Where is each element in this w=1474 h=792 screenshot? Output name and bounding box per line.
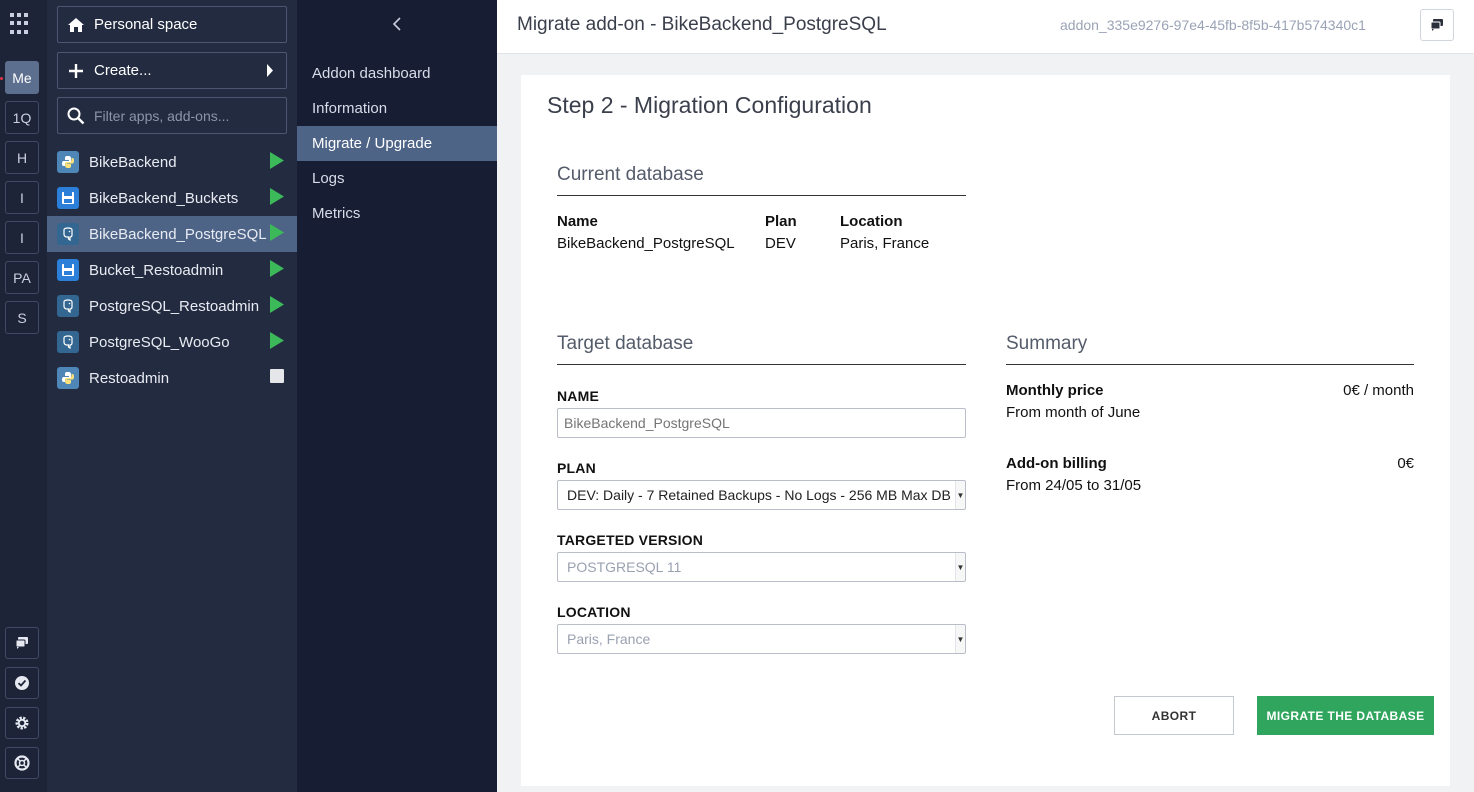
app-item-postgresql-restoadmin[interactable]: PostgreSQL_Restoadmin [47, 288, 297, 324]
org-1q[interactable]: 1Q [5, 101, 39, 134]
bucket-icon [57, 187, 79, 209]
target-version-label: TARGETED VERSION [557, 532, 704, 548]
search-icon [58, 107, 94, 125]
org-rail: Me 1Q H I I PA S [0, 0, 47, 792]
addon-id: addon_335e9276-97e4-45fb-8f5b-417b574340… [1060, 17, 1366, 33]
bucket-icon [57, 259, 79, 281]
gear-icon[interactable] [5, 707, 39, 739]
postgresql-icon [57, 331, 79, 353]
plan-select-value: DEV: Daily - 7 Retained Backups - No Log… [567, 487, 966, 503]
current-location-label: Location [840, 213, 903, 230]
chevron-down-icon: ▼ [955, 553, 965, 581]
org-me[interactable]: Me [5, 61, 39, 94]
org-h[interactable]: H [5, 141, 39, 174]
notification-dot [0, 77, 3, 80]
addon-billing-label: Add-on billing [1006, 455, 1107, 472]
app-name: BikeBackend_PostgreSQL [89, 225, 267, 243]
create-label: Create... [94, 62, 152, 79]
addon-submenu: Addon dashboard Information Migrate / Up… [297, 0, 497, 792]
play-icon [270, 223, 284, 245]
app-name: PostgreSQL_Restoadmin [89, 297, 260, 315]
current-name-value: BikeBackend_PostgreSQL [557, 235, 735, 252]
target-name-label: NAME [557, 388, 600, 404]
submenu-migrate-upgrade[interactable]: Migrate / Upgrade [297, 126, 497, 161]
step-title: Step 2 - Migration Configuration [547, 92, 872, 118]
help-lifebuoy-icon[interactable] [5, 747, 39, 779]
chevron-down-icon: ▼ [955, 481, 965, 509]
target-name-input[interactable] [557, 408, 966, 438]
home-icon [58, 17, 94, 33]
current-name-label: Name [557, 213, 598, 230]
app-item-bikebackend-postgresql[interactable]: BikeBackend_PostgreSQL [47, 216, 297, 252]
submenu-logs[interactable]: Logs [297, 161, 497, 196]
apps-panel: Personal space Create... BikeBackend Bik… [47, 0, 297, 792]
filter-box [57, 97, 287, 134]
app-item-restoadmin[interactable]: Restoadmin [47, 360, 297, 396]
version-select[interactable]: POSTGRESQL 11 ▼ [557, 552, 966, 582]
app-name: Restoadmin [89, 369, 170, 387]
abort-button[interactable]: ABORT [1114, 696, 1234, 735]
create-button[interactable]: Create... [57, 52, 287, 89]
play-icon [270, 259, 284, 281]
summary-heading: Summary [1006, 333, 1414, 365]
monthly-price-value: 0€ / month [1343, 382, 1414, 399]
apps-grid-icon[interactable] [10, 13, 32, 35]
app-name: BikeBackend [89, 153, 177, 171]
current-plan-value: DEV [765, 235, 796, 252]
collapse-chevron-left-icon[interactable] [297, 0, 497, 47]
addon-billing-value: 0€ [1397, 455, 1414, 472]
python-icon [57, 151, 79, 173]
migrate-database-button[interactable]: MIGRATE THE DATABASE [1257, 696, 1434, 735]
org-i-1[interactable]: I [5, 181, 39, 214]
page-title: Migrate add-on - BikeBackend_PostgreSQL [517, 14, 887, 35]
stopped-square-icon [270, 369, 284, 387]
app-name: PostgreSQL_WooGo [89, 333, 230, 351]
submenu-addon-dashboard[interactable]: Addon dashboard [297, 56, 497, 91]
python-icon [57, 367, 79, 389]
target-location-label: LOCATION [557, 604, 631, 620]
location-select[interactable]: Paris, France ▼ [557, 624, 966, 654]
page-header: Migrate add-on - BikeBackend_PostgreSQL … [497, 0, 1474, 54]
submenu-information[interactable]: Information [297, 91, 497, 126]
current-location-value: Paris, France [840, 235, 930, 252]
org-s[interactable]: S [5, 301, 39, 334]
monthly-price-label: Monthly price [1006, 382, 1104, 399]
current-plan-label: Plan [765, 213, 797, 230]
version-select-value: POSTGRESQL 11 [567, 559, 682, 575]
filter-apps-input[interactable] [94, 107, 274, 124]
chat-icon[interactable] [1420, 9, 1454, 41]
app-name: Bucket_Restoadmin [89, 261, 224, 279]
check-circle-icon[interactable] [5, 667, 39, 699]
plus-icon [58, 63, 94, 79]
org-i-2[interactable]: I [5, 221, 39, 254]
current-db-heading: Current database [557, 164, 966, 196]
app-item-bikebackend-buckets[interactable]: BikeBackend_Buckets [47, 180, 297, 216]
postgresql-icon [57, 223, 79, 245]
location-select-value: Paris, France [567, 631, 651, 647]
play-icon [270, 331, 284, 353]
app-item-postgresql-woogo[interactable]: PostgreSQL_WooGo [47, 324, 297, 360]
play-icon [270, 187, 284, 209]
migration-card: Step 2 - Migration Configuration Current… [521, 75, 1450, 786]
target-db-heading: Target database [557, 333, 966, 365]
play-icon [270, 295, 284, 317]
submenu-metrics[interactable]: Metrics [297, 196, 497, 231]
personal-space-label: Personal space [94, 16, 198, 33]
caret-right-icon [266, 64, 274, 81]
app-name: BikeBackend_Buckets [89, 189, 239, 207]
addon-billing-sub: From 24/05 to 31/05 [1006, 477, 1142, 494]
chevron-down-icon: ▼ [955, 625, 965, 653]
chat-icon[interactable] [5, 627, 39, 659]
app-item-bucket-restoadmin[interactable]: Bucket_Restoadmin [47, 252, 297, 288]
target-plan-label: PLAN [557, 460, 596, 476]
app-item-bikebackend[interactable]: BikeBackend [47, 144, 297, 180]
personal-space-button[interactable]: Personal space [57, 6, 287, 43]
monthly-price-sub: From month of June [1006, 404, 1141, 421]
plan-select[interactable]: DEV: Daily - 7 Retained Backups - No Log… [557, 480, 966, 510]
org-pa[interactable]: PA [5, 261, 39, 294]
postgresql-icon [57, 295, 79, 317]
play-icon [270, 151, 284, 173]
